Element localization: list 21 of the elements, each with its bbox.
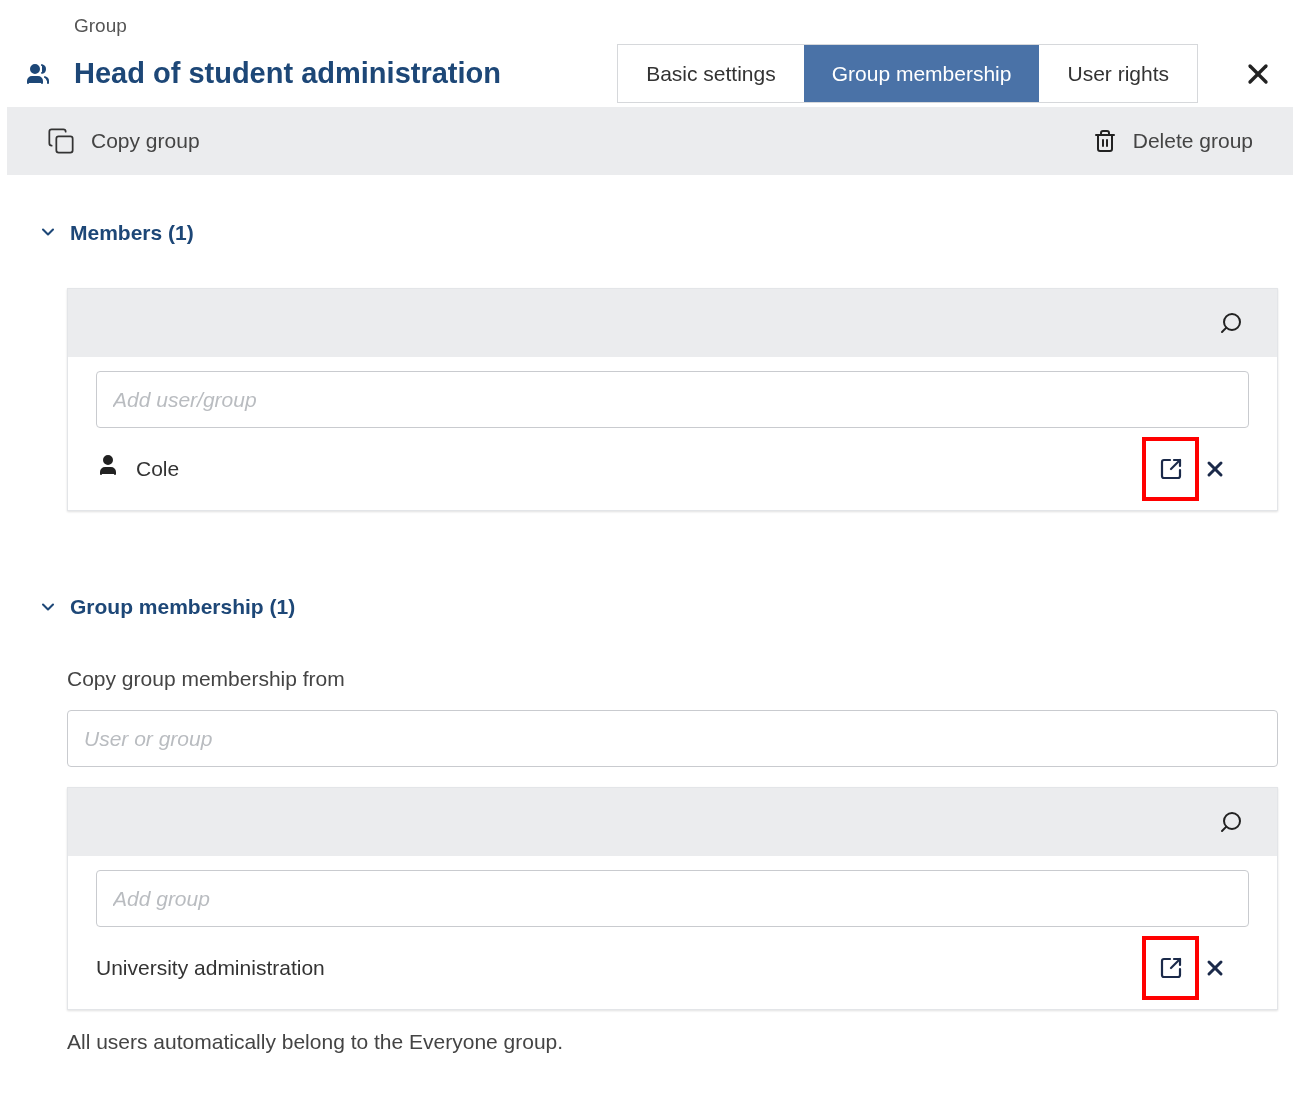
member-name: University administration	[96, 955, 326, 982]
external-link-icon	[1158, 457, 1183, 481]
tab[interactable]: Group membership	[803, 45, 1040, 102]
search-icon[interactable]	[1219, 810, 1243, 834]
group-icon	[26, 61, 50, 86]
note-text: All users automatically belong to the Everyone group.	[67, 1029, 565, 1055]
section-header[interactable]: Members (1)	[38, 216, 194, 248]
copy-icon	[47, 126, 75, 155]
copy-group-button[interactable]: Copy group	[47, 124, 200, 157]
field-label: Copy group membership from	[67, 665, 346, 692]
section-header[interactable]: Group membership (1)	[38, 591, 296, 623]
page-caption: Group	[73, 14, 128, 38]
input-field[interactable]: User or group	[67, 710, 1278, 767]
window-title: Head of student administration	[74, 55, 501, 91]
external-link-icon	[1158, 956, 1183, 980]
member-name: Cole	[136, 456, 181, 483]
trash-icon	[1092, 128, 1117, 153]
open-link-button[interactable]	[1142, 437, 1199, 501]
search-icon[interactable]	[1219, 311, 1243, 335]
delete-group-button[interactable]: Delete group	[1092, 124, 1253, 157]
open-link-button[interactable]	[1142, 936, 1199, 1000]
